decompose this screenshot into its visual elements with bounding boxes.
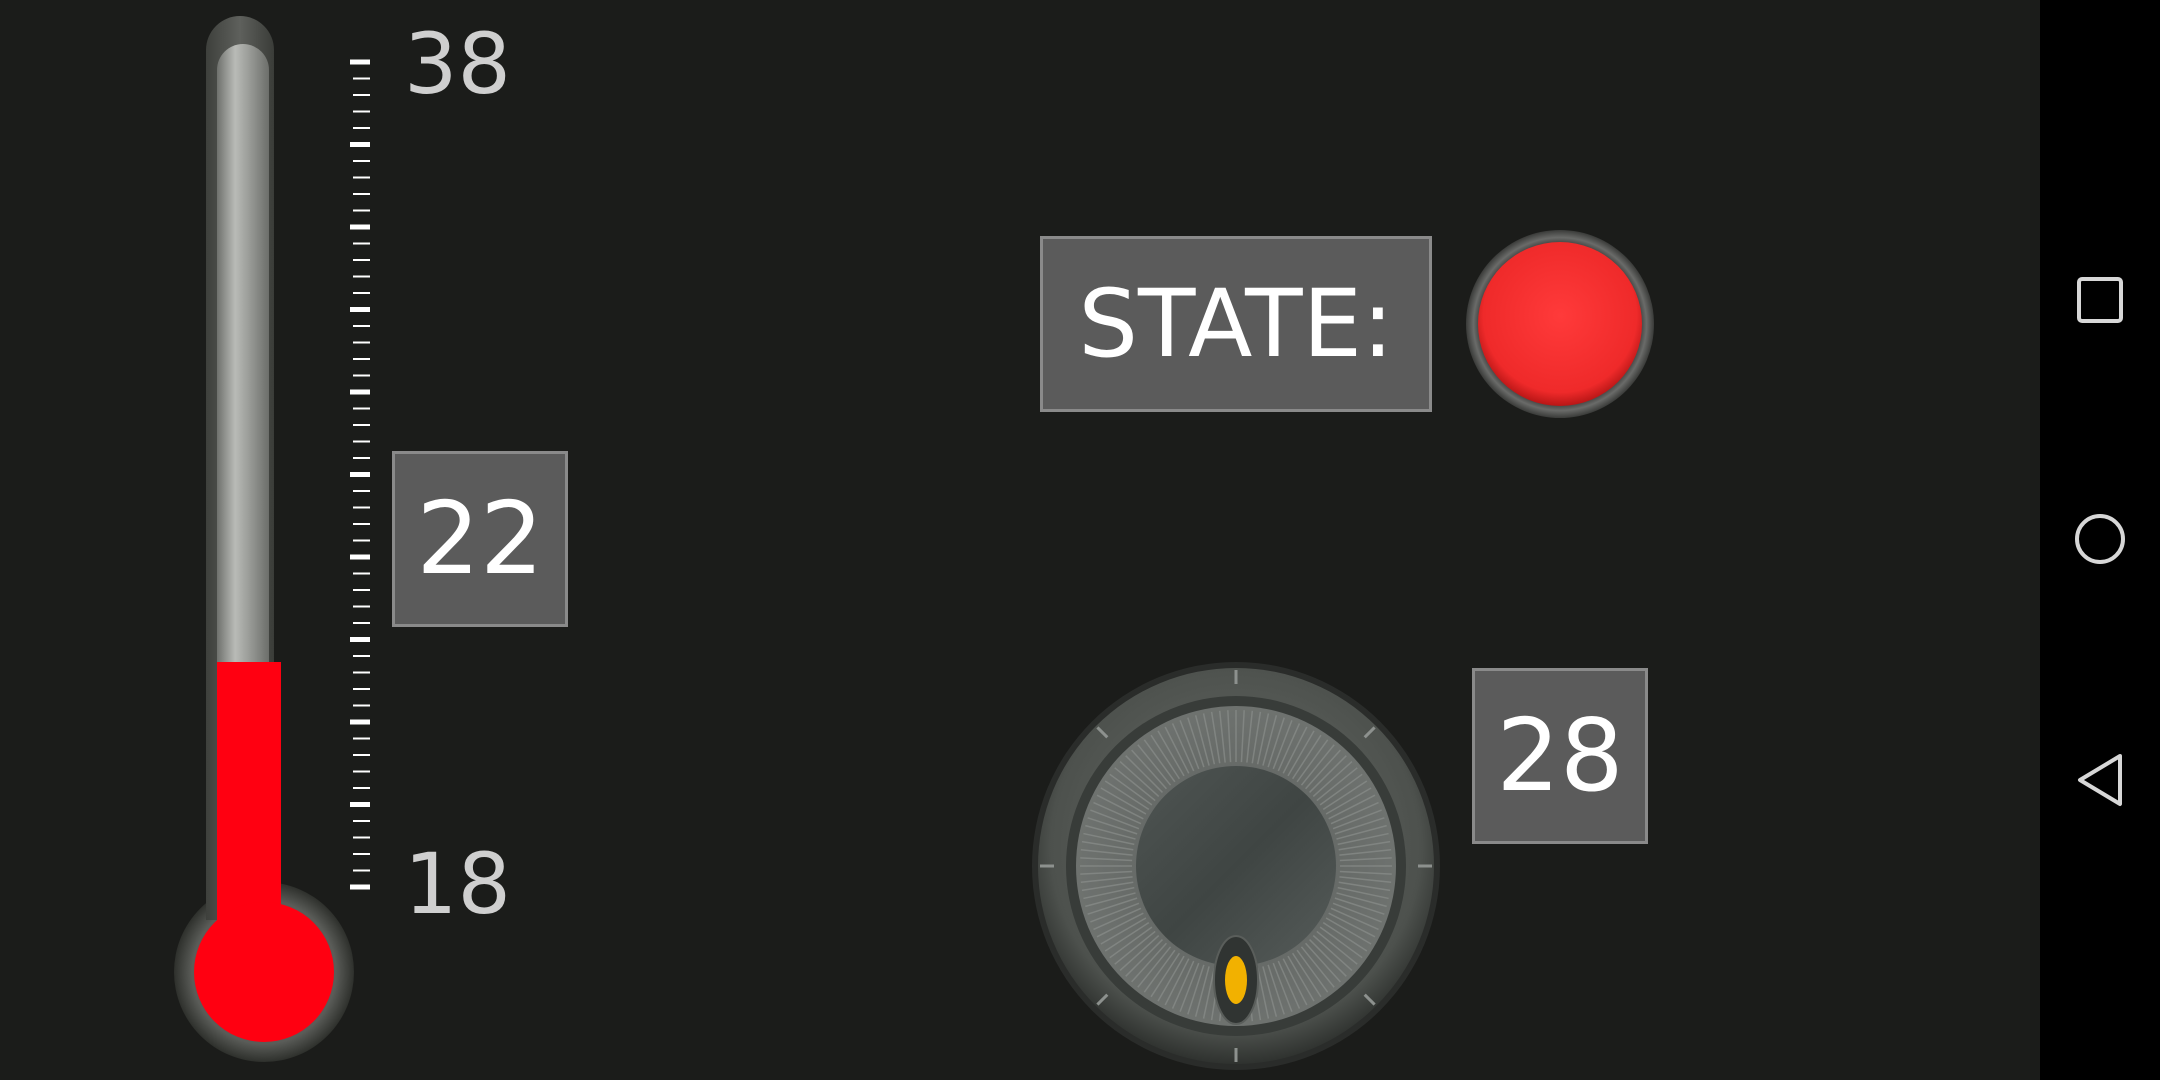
square-icon bbox=[2077, 277, 2123, 323]
back-button[interactable] bbox=[2040, 720, 2160, 840]
triangle-back-icon bbox=[2078, 754, 2122, 806]
state-indicator-led bbox=[1466, 230, 1654, 418]
thermometer-min-label: 18 bbox=[404, 835, 511, 933]
knob-indicator bbox=[1225, 956, 1247, 1004]
system-navigation-bar bbox=[2040, 0, 2160, 1080]
recents-button[interactable] bbox=[2040, 240, 2160, 360]
rotary-knob[interactable] bbox=[1030, 660, 1442, 1072]
app-screen: 38 18 22 STATE: 28 bbox=[0, 0, 2160, 1080]
circle-icon bbox=[2075, 514, 2125, 564]
thermometer-max-label: 38 bbox=[404, 15, 511, 113]
state-label: STATE: bbox=[1040, 236, 1432, 412]
home-button[interactable] bbox=[2040, 479, 2160, 599]
temperature-value-display: 22 bbox=[392, 451, 568, 627]
thermometer-scale-ticks bbox=[350, 59, 370, 890]
thermometer-bulb bbox=[194, 902, 334, 1042]
knob-value-display: 28 bbox=[1472, 668, 1648, 844]
thermometer-gauge bbox=[174, 16, 370, 1062]
